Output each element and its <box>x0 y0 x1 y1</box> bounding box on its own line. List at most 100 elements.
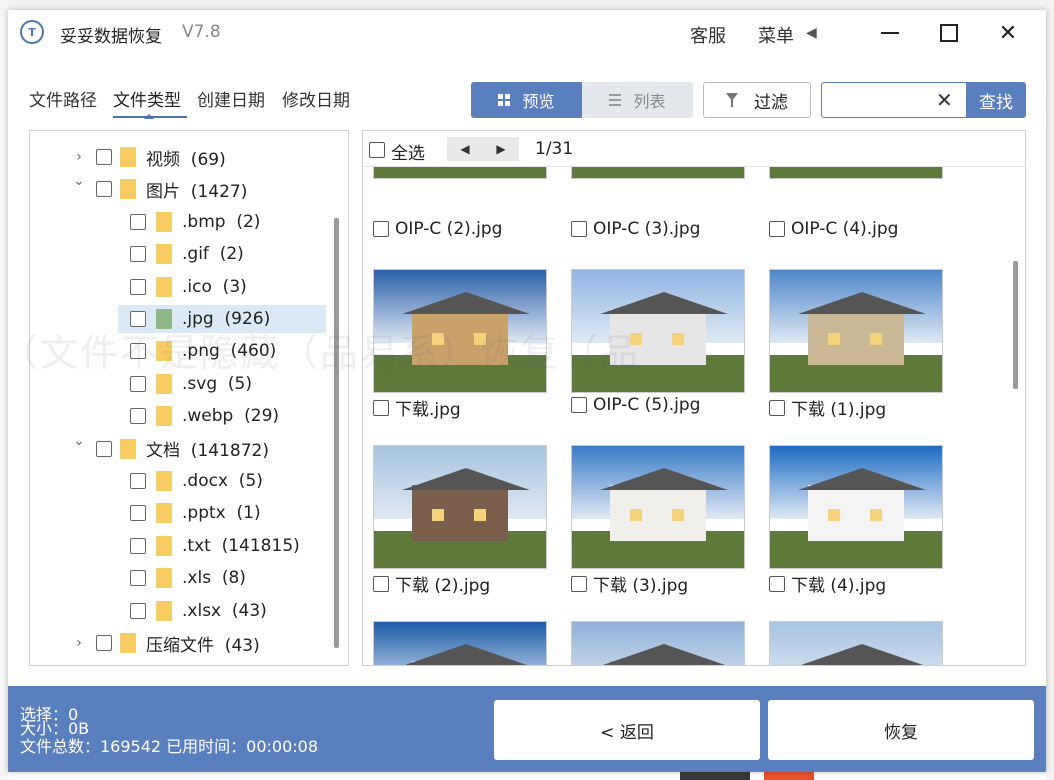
file-checkbox[interactable] <box>769 221 785 237</box>
tree-item[interactable]: › 视频 (69) <box>30 143 326 171</box>
tree-item-checkbox[interactable] <box>130 602 146 619</box>
image-thumbnail[interactable] <box>373 621 547 665</box>
tree-item-label: .xls (8) <box>182 568 246 589</box>
back-button[interactable]: < 返回 <box>494 700 760 760</box>
tree-item-checkbox[interactable] <box>130 213 146 230</box>
tab-file-type[interactable]: 文件类型 <box>113 86 181 111</box>
tree-item-checkbox[interactable] <box>130 311 146 327</box>
menu-button[interactable]: 菜单 <box>758 22 794 48</box>
image-thumbnail[interactable] <box>373 269 547 393</box>
preview-scrollbar[interactable] <box>1013 261 1018 389</box>
tree-item[interactable]: .docx (5) <box>118 467 326 495</box>
file-checkbox[interactable] <box>373 399 389 416</box>
pager: ◀ ▶ <box>447 137 519 161</box>
tree-item[interactable]: .xlsx (43) <box>118 597 326 625</box>
tree-item-checkbox[interactable] <box>96 635 112 651</box>
image-thumbnail[interactable] <box>769 621 943 665</box>
preview-view-button[interactable]: 预览 <box>471 82 582 118</box>
file-checkbox[interactable] <box>373 221 389 237</box>
tab-modify-date[interactable]: 修改日期 <box>282 86 350 111</box>
close-icon: ✕ <box>998 20 1018 46</box>
total-files-and-time: 文件总数：169542 已用时间：00:00:08 <box>20 737 319 756</box>
tree-item[interactable]: .svg (5) <box>118 370 326 398</box>
tree-item-checkbox[interactable] <box>130 375 146 392</box>
tree-item[interactable]: .png (460) <box>118 337 326 365</box>
chevron-right-icon[interactable]: › <box>72 635 86 651</box>
tree-item[interactable]: .gif (2) <box>118 240 326 268</box>
tree-item-label: 视频 (69) <box>146 149 226 170</box>
folder-icon <box>156 600 172 621</box>
file-item[interactable]: 下载 (2).jpg <box>373 571 490 596</box>
preview-label: 预览 <box>522 92 555 111</box>
minimize-button[interactable] <box>870 18 910 48</box>
tree-item[interactable]: ⌄ 图片 (1427) <box>30 173 326 203</box>
filter-button[interactable]: 过滤 <box>703 82 811 118</box>
file-item[interactable]: OIP-C (3).jpg <box>571 219 700 239</box>
tree-item-checkbox[interactable] <box>130 343 146 360</box>
file-item[interactable]: 下载 (3).jpg <box>571 571 688 596</box>
file-name: 下载 (2).jpg <box>395 576 491 596</box>
next-page-button[interactable]: ▶ <box>483 137 519 161</box>
image-thumbnail[interactable] <box>571 621 745 665</box>
image-thumbnail[interactable] <box>571 445 745 569</box>
tree-item-checkbox[interactable] <box>130 473 146 489</box>
tree-item-checkbox[interactable] <box>130 570 146 587</box>
file-checkbox[interactable] <box>571 221 587 237</box>
background-strip-left <box>0 0 8 780</box>
tab-file-path[interactable]: 文件路径 <box>29 86 97 111</box>
file-name: OIP-C (5).jpg <box>593 395 701 415</box>
image-thumbnail[interactable] <box>769 445 943 569</box>
tree-item-checkbox[interactable] <box>130 408 146 425</box>
tree-item-label: 文档 (141872) <box>146 441 269 462</box>
tree-item-checkbox[interactable] <box>96 149 112 165</box>
tree-item[interactable]: .txt (141815) <box>118 532 326 560</box>
list-label: 列表 <box>633 92 666 111</box>
tree-item-checkbox[interactable] <box>96 181 112 198</box>
tree-item[interactable]: .xls (8) <box>118 564 326 592</box>
file-checkbox[interactable] <box>373 575 389 592</box>
tree-item-checkbox[interactable] <box>130 278 146 295</box>
tree-item[interactable]: .ico (3) <box>118 273 326 301</box>
filter-label: 过滤 <box>754 92 788 113</box>
tree-scrollbar[interactable] <box>334 218 339 648</box>
tree-item-checkbox[interactable] <box>130 505 146 522</box>
maximize-button[interactable] <box>929 18 969 48</box>
file-checkbox[interactable] <box>769 575 785 592</box>
file-checkbox[interactable] <box>571 575 587 592</box>
file-item[interactable]: OIP-C (5).jpg <box>571 395 700 415</box>
chevron-down-icon[interactable]: ⌄ <box>72 433 86 449</box>
tree-item-checkbox[interactable] <box>96 440 112 457</box>
clear-search-icon[interactable]: ✕ <box>936 88 953 112</box>
file-item[interactable]: OIP-C (2).jpg <box>373 219 502 239</box>
file-item[interactable]: 下载 (1).jpg <box>769 395 886 420</box>
prev-page-button[interactable]: ◀ <box>447 137 483 161</box>
image-thumbnail[interactable] <box>769 269 943 393</box>
file-item[interactable]: 下载 (4).jpg <box>769 571 886 596</box>
tree-item[interactable]: .pptx (1) <box>118 499 326 527</box>
close-button[interactable]: ✕ <box>988 18 1028 48</box>
tree-item[interactable]: .jpg (926) <box>118 305 326 333</box>
file-item[interactable]: OIP-C (4).jpg <box>769 219 898 239</box>
list-view-button[interactable]: 列表 <box>582 82 693 118</box>
search-button[interactable]: 查找 <box>966 82 1026 118</box>
recover-button[interactable]: 恢复 <box>768 700 1034 760</box>
file-checkbox[interactable] <box>571 397 587 413</box>
chevron-down-icon[interactable]: ⌄ <box>72 173 86 189</box>
tree-item[interactable]: .webp (29) <box>118 402 326 430</box>
image-thumbnail[interactable] <box>571 269 745 393</box>
list-icon <box>609 94 622 106</box>
tab-create-date[interactable]: 创建日期 <box>197 86 265 111</box>
tree-item-checkbox[interactable] <box>130 537 146 554</box>
tree-item[interactable]: › 压缩文件 (43) <box>30 629 326 657</box>
tree-item[interactable]: .bmp (2) <box>118 208 326 236</box>
chevron-right-icon[interactable]: › <box>72 149 86 165</box>
menu-arrow-icon[interactable]: ◀ <box>806 25 817 41</box>
file-item[interactable]: 下载.jpg <box>373 395 461 420</box>
select-all-label[interactable]: 全选 <box>391 139 425 164</box>
file-checkbox[interactable] <box>769 399 785 416</box>
image-thumbnail[interactable] <box>373 445 547 569</box>
tree-item-checkbox[interactable] <box>130 246 146 263</box>
select-all-checkbox[interactable] <box>369 142 385 158</box>
customer-service-button[interactable]: 客服 <box>690 22 726 48</box>
tree-item[interactable]: ⌄ 文档 (141872) <box>30 433 326 463</box>
